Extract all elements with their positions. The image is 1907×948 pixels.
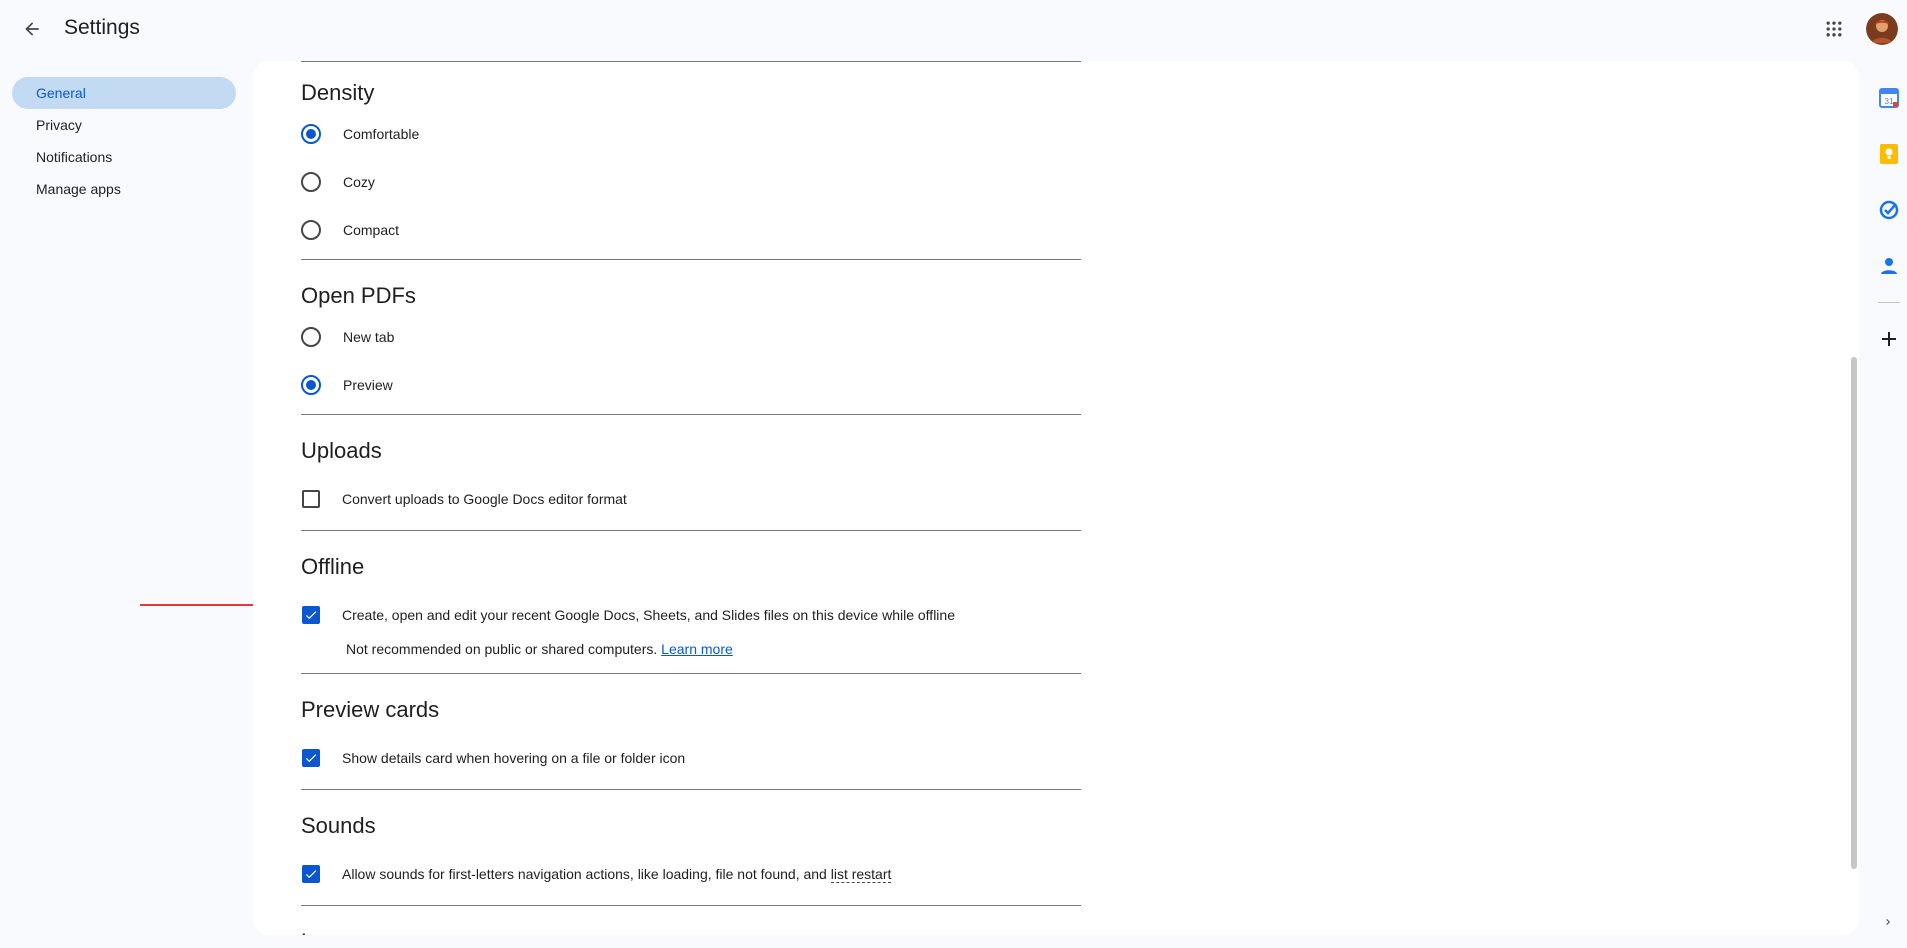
section-title-density: Density (301, 80, 375, 105)
section-title-preview-cards: Preview cards (301, 697, 440, 722)
account-avatar[interactable] (1866, 13, 1898, 45)
arrow-back-icon (25, 22, 39, 36)
section-title-uploads: Uploads (301, 438, 382, 463)
page-title: Settings (64, 16, 140, 39)
apps-grid-icon (1826, 21, 1842, 37)
keep-button[interactable] (1870, 126, 1907, 182)
settings-nav: General Privacy Notifications Manage app… (12, 77, 236, 205)
scrollbar[interactable] (1849, 61, 1859, 935)
chevron-right-icon (1886, 919, 1890, 925)
pdf-option-preview[interactable]: Preview (301, 361, 1081, 409)
section-title-offline: Offline (301, 554, 365, 579)
calendar-button[interactable]: 31 (1870, 70, 1907, 126)
tasks-button[interactable] (1870, 182, 1907, 238)
sounds-option[interactable]: Allow sounds for first-letters navigatio… (301, 850, 1081, 898)
side-panel: 31 (1870, 70, 1907, 367)
section-title-sounds: Sounds (301, 813, 376, 838)
checkbox-convert-uploads[interactable] (302, 490, 320, 508)
radio-cozy[interactable] (301, 172, 321, 192)
pdf-option-new-tab[interactable]: New tab (301, 313, 1081, 361)
nav-item-manage-apps[interactable]: Manage apps (12, 173, 236, 205)
section-title-language: Language (301, 925, 1081, 935)
calendar-icon: 31 (1878, 88, 1899, 108)
show-side-panel-button[interactable] (1878, 912, 1898, 932)
get-addons-button[interactable] (1870, 311, 1907, 367)
settings-content: Density Comfortable Cozy Compact Open PD… (301, 61, 1081, 935)
settings-card: Density Comfortable Cozy Compact Open PD… (253, 61, 1859, 935)
density-option-cozy[interactable]: Cozy (301, 158, 1081, 206)
list-restart-term: list restart (830, 866, 892, 883)
nav-item-general[interactable]: General (12, 77, 236, 109)
section-title-open-pdfs: Open PDFs (301, 283, 416, 308)
checkbox-sounds[interactable] (302, 865, 320, 883)
keep-icon (1879, 144, 1898, 164)
tasks-icon (1879, 200, 1898, 220)
check-icon (305, 754, 317, 763)
check-icon (305, 611, 317, 620)
google-apps-button[interactable] (1818, 13, 1850, 45)
radio-new-tab[interactable] (301, 327, 321, 347)
radio-preview[interactable] (301, 375, 321, 395)
nav-item-privacy[interactable]: Privacy (12, 109, 236, 141)
density-option-comfortable[interactable]: Comfortable (301, 110, 1081, 158)
plus-icon (1881, 332, 1896, 346)
density-option-compact[interactable]: Compact (301, 206, 1081, 254)
checkbox-offline[interactable] (302, 606, 320, 624)
nav-item-notifications[interactable]: Notifications (12, 141, 236, 173)
contacts-icon (1880, 258, 1897, 274)
svg-text:31: 31 (1884, 97, 1893, 106)
preview-cards-option[interactable]: Show details card when hovering on a fil… (301, 734, 1081, 782)
scrollbar-thumb[interactable] (1851, 357, 1857, 869)
radio-compact[interactable] (301, 220, 321, 240)
contacts-button[interactable] (1870, 238, 1907, 294)
check-icon (305, 870, 317, 879)
side-panel-divider (1877, 302, 1900, 303)
offline-option[interactable]: Create, open and edit your recent Google… (301, 591, 1081, 639)
radio-comfortable[interactable] (301, 124, 321, 144)
checkbox-preview-cards[interactable] (302, 749, 320, 767)
uploads-convert-option[interactable]: Convert uploads to Google Docs editor fo… (301, 475, 1081, 523)
back-button[interactable] (16, 13, 48, 45)
top-bar: Settings (0, 0, 1907, 58)
offline-note: Not recommended on public or shared comp… (346, 641, 733, 657)
learn-more-link[interactable]: Learn more (661, 641, 733, 657)
